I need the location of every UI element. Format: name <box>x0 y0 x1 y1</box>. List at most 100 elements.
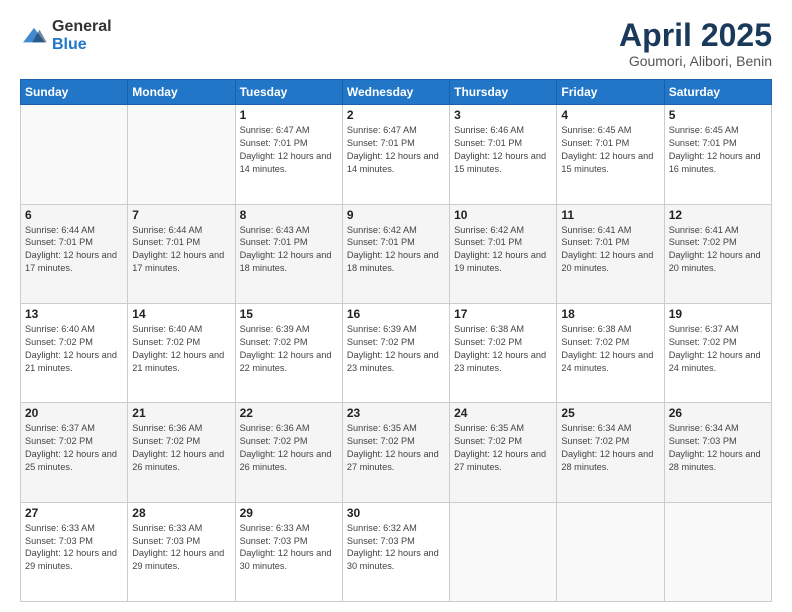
calendar-week-2: 6Sunrise: 6:44 AM Sunset: 7:01 PM Daylig… <box>21 204 772 303</box>
calendar-cell: 10 Sunrise: 6:42 AM Sunset: 7:01 PM Dayli… <box>450 204 557 303</box>
day-number: 28 <box>132 506 230 520</box>
day-info: Sunrise: 6:33 AM Sunset: 7:03 PM Dayligh… <box>25 522 123 574</box>
calendar-cell <box>450 502 557 601</box>
day-info: Sunrise: 6:36 AM Sunset: 7:02 PM Dayligh… <box>132 422 230 474</box>
calendar-cell <box>664 502 771 601</box>
calendar-cell: 12Sunrise: 6:41 AM Sunset: 7:02 PM Dayli… <box>664 204 771 303</box>
day-number: 24 <box>454 406 552 420</box>
day-number: 17 <box>454 307 552 321</box>
calendar-cell: 30 Sunrise: 6:32 AM Sunset: 7:03 PM Dayli… <box>342 502 449 601</box>
logo-general: General <box>52 18 112 35</box>
calendar-cell: 28Sunrise: 6:33 AM Sunset: 7:03 PM Dayli… <box>128 502 235 601</box>
day-info: Sunrise: 6:37 AM Sunset: 7:02 PM Dayligh… <box>669 323 767 375</box>
day-info: Sunrise: 6:39 AM Sunset: 7:02 PM Dayligh… <box>240 323 338 375</box>
day-number: 30 <box>347 506 445 520</box>
calendar-cell: 2 Sunrise: 6:47 AM Sunset: 7:01 PM Daylig… <box>342 105 449 204</box>
calendar-cell: 4 Sunrise: 6:45 AM Sunset: 7:01 PM Daylig… <box>557 105 664 204</box>
calendar-cell: 16 Sunrise: 6:39 AM Sunset: 7:02 PM Dayli… <box>342 303 449 402</box>
day-number: 27 <box>25 506 123 520</box>
day-header-saturday: Saturday <box>664 80 771 105</box>
location: Goumori, Alibori, Benin <box>619 53 772 69</box>
day-number: 14 <box>132 307 230 321</box>
day-info: Sunrise: 6:42 AM Sunset: 7:01 PM Dayligh… <box>347 224 445 276</box>
day-number: 20 <box>25 406 123 420</box>
calendar-cell: 26Sunrise: 6:34 AM Sunset: 7:03 PM Dayli… <box>664 403 771 502</box>
day-number: 4 <box>561 108 659 122</box>
day-info: Sunrise: 6:36 AM Sunset: 7:02 PM Dayligh… <box>240 422 338 474</box>
day-info: Sunrise: 6:38 AM Sunset: 7:02 PM Dayligh… <box>454 323 552 375</box>
day-info: Sunrise: 6:45 AM Sunset: 7:01 PM Dayligh… <box>561 124 659 176</box>
calendar-cell: 17 Sunrise: 6:38 AM Sunset: 7:02 PM Dayli… <box>450 303 557 402</box>
day-number: 16 <box>347 307 445 321</box>
day-info: Sunrise: 6:37 AM Sunset: 7:02 PM Dayligh… <box>25 422 123 474</box>
calendar-cell: 5Sunrise: 6:45 AM Sunset: 7:01 PM Daylig… <box>664 105 771 204</box>
day-number: 13 <box>25 307 123 321</box>
calendar-cell: 21Sunrise: 6:36 AM Sunset: 7:02 PM Dayli… <box>128 403 235 502</box>
day-info: Sunrise: 6:34 AM Sunset: 7:03 PM Dayligh… <box>669 422 767 474</box>
day-info: Sunrise: 6:32 AM Sunset: 7:03 PM Dayligh… <box>347 522 445 574</box>
day-info: Sunrise: 6:46 AM Sunset: 7:01 PM Dayligh… <box>454 124 552 176</box>
logo-text: General Blue <box>52 18 112 54</box>
calendar-week-3: 13 Sunrise: 6:40 AM Sunset: 7:02 PM Dayli… <box>21 303 772 402</box>
calendar-header-row: SundayMondayTuesdayWednesdayThursdayFrid… <box>21 80 772 105</box>
calendar-cell: 24Sunrise: 6:35 AM Sunset: 7:02 PM Dayli… <box>450 403 557 502</box>
calendar: SundayMondayTuesdayWednesdayThursdayFrid… <box>20 79 772 602</box>
day-header-tuesday: Tuesday <box>235 80 342 105</box>
title-block: April 2025 Goumori, Alibori, Benin <box>619 18 772 69</box>
calendar-cell: 13 Sunrise: 6:40 AM Sunset: 7:02 PM Dayli… <box>21 303 128 402</box>
day-number: 3 <box>454 108 552 122</box>
calendar-cell: 15Sunrise: 6:39 AM Sunset: 7:02 PM Dayli… <box>235 303 342 402</box>
day-header-friday: Friday <box>557 80 664 105</box>
day-info: Sunrise: 6:44 AM Sunset: 7:01 PM Dayligh… <box>132 224 230 276</box>
calendar-cell: 19Sunrise: 6:37 AM Sunset: 7:02 PM Dayli… <box>664 303 771 402</box>
day-info: Sunrise: 6:47 AM Sunset: 7:01 PM Dayligh… <box>240 124 338 176</box>
calendar-cell <box>128 105 235 204</box>
calendar-cell: 25Sunrise: 6:34 AM Sunset: 7:02 PM Dayli… <box>557 403 664 502</box>
calendar-week-1: 1 Sunrise: 6:47 AM Sunset: 7:01 PM Daylig… <box>21 105 772 204</box>
calendar-cell: 27 Sunrise: 6:33 AM Sunset: 7:03 PM Dayli… <box>21 502 128 601</box>
day-info: Sunrise: 6:47 AM Sunset: 7:01 PM Dayligh… <box>347 124 445 176</box>
day-header-monday: Monday <box>128 80 235 105</box>
day-info: Sunrise: 6:43 AM Sunset: 7:01 PM Dayligh… <box>240 224 338 276</box>
calendar-week-4: 20 Sunrise: 6:37 AM Sunset: 7:02 PM Dayli… <box>21 403 772 502</box>
day-number: 2 <box>347 108 445 122</box>
calendar-cell: 7 Sunrise: 6:44 AM Sunset: 7:01 PM Daylig… <box>128 204 235 303</box>
day-number: 8 <box>240 208 338 222</box>
day-info: Sunrise: 6:42 AM Sunset: 7:01 PM Dayligh… <box>454 224 552 276</box>
calendar-cell: 18 Sunrise: 6:38 AM Sunset: 7:02 PM Dayli… <box>557 303 664 402</box>
logo-blue: Blue <box>52 36 87 53</box>
day-number: 10 <box>454 208 552 222</box>
calendar-cell: 8 Sunrise: 6:43 AM Sunset: 7:01 PM Daylig… <box>235 204 342 303</box>
day-info: Sunrise: 6:34 AM Sunset: 7:02 PM Dayligh… <box>561 422 659 474</box>
day-info: Sunrise: 6:41 AM Sunset: 7:02 PM Dayligh… <box>669 224 767 276</box>
day-number: 22 <box>240 406 338 420</box>
calendar-cell: 11 Sunrise: 6:41 AM Sunset: 7:01 PM Dayli… <box>557 204 664 303</box>
calendar-cell: 1 Sunrise: 6:47 AM Sunset: 7:01 PM Daylig… <box>235 105 342 204</box>
day-number: 29 <box>240 506 338 520</box>
day-info: Sunrise: 6:44 AM Sunset: 7:01 PM Dayligh… <box>25 224 123 276</box>
header: General Blue April 2025 Goumori, Alibori… <box>20 18 772 69</box>
day-info: Sunrise: 6:33 AM Sunset: 7:03 PM Dayligh… <box>240 522 338 574</box>
calendar-cell: 3 Sunrise: 6:46 AM Sunset: 7:01 PM Daylig… <box>450 105 557 204</box>
day-info: Sunrise: 6:39 AM Sunset: 7:02 PM Dayligh… <box>347 323 445 375</box>
day-number: 1 <box>240 108 338 122</box>
calendar-cell <box>557 502 664 601</box>
day-number: 9 <box>347 208 445 222</box>
day-info: Sunrise: 6:40 AM Sunset: 7:02 PM Dayligh… <box>25 323 123 375</box>
calendar-cell: 14Sunrise: 6:40 AM Sunset: 7:02 PM Dayli… <box>128 303 235 402</box>
day-number: 18 <box>561 307 659 321</box>
day-header-wednesday: Wednesday <box>342 80 449 105</box>
day-info: Sunrise: 6:41 AM Sunset: 7:01 PM Dayligh… <box>561 224 659 276</box>
calendar-week-5: 27 Sunrise: 6:33 AM Sunset: 7:03 PM Dayli… <box>21 502 772 601</box>
logo: General Blue <box>20 18 112 54</box>
day-number: 7 <box>132 208 230 222</box>
day-number: 23 <box>347 406 445 420</box>
day-header-sunday: Sunday <box>21 80 128 105</box>
calendar-cell: 9 Sunrise: 6:42 AM Sunset: 7:01 PM Daylig… <box>342 204 449 303</box>
calendar-cell: 20 Sunrise: 6:37 AM Sunset: 7:02 PM Dayli… <box>21 403 128 502</box>
day-info: Sunrise: 6:45 AM Sunset: 7:01 PM Dayligh… <box>669 124 767 176</box>
calendar-cell <box>21 105 128 204</box>
day-number: 11 <box>561 208 659 222</box>
logo-icon <box>20 26 48 46</box>
day-info: Sunrise: 6:38 AM Sunset: 7:02 PM Dayligh… <box>561 323 659 375</box>
